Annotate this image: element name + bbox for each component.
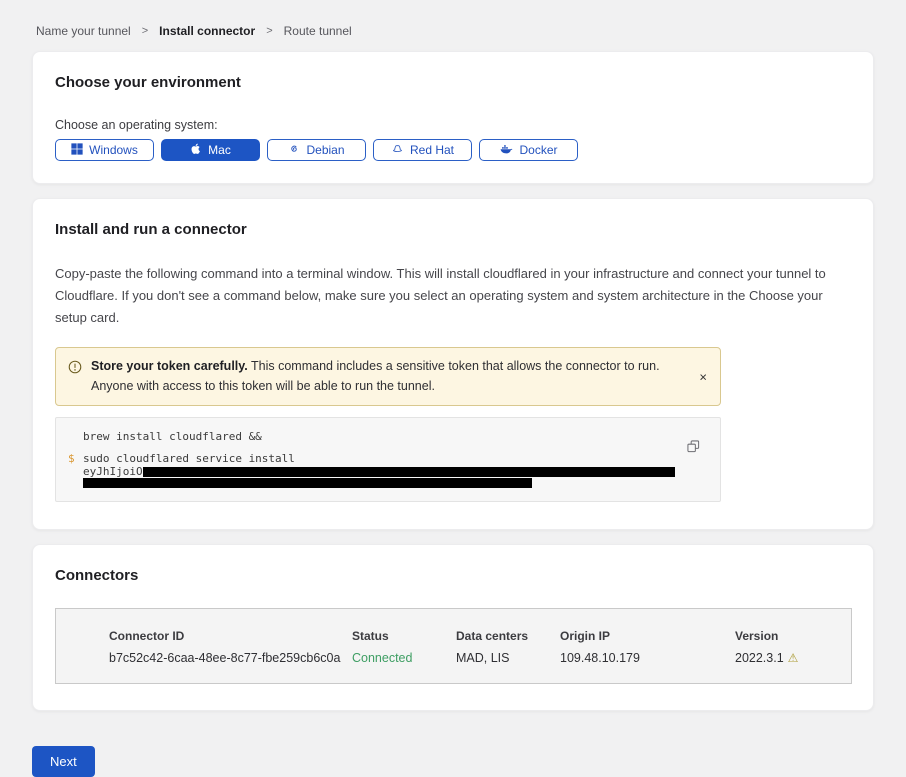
terminal-command-block: brew install cloudflared && $sudo cloudf… [55, 417, 721, 502]
col-header-connector-id: Connector ID [109, 629, 352, 643]
os-button-label: Docker [519, 143, 557, 157]
version-warning-icon[interactable]: ⚠ [788, 651, 799, 665]
os-button-label: Debian [306, 143, 344, 157]
breadcrumb-separator: > [142, 25, 148, 37]
col-header-data-centers: Data centers [456, 629, 560, 643]
install-connector-card: Install and run a connector Copy-paste t… [32, 198, 874, 530]
debian-icon [288, 143, 300, 158]
breadcrumb-route-tunnel[interactable]: Route tunnel [284, 24, 352, 38]
breadcrumb-separator: > [266, 25, 272, 37]
os-button-debian[interactable]: Debian [267, 139, 366, 161]
card-title: Choose your environment [55, 74, 851, 91]
version-number: 2022.3.1 [735, 651, 784, 665]
docker-icon [499, 143, 513, 158]
command-line-2: $sudo cloudflared service install [56, 452, 680, 466]
os-button-label: Mac [208, 143, 231, 157]
warning-text-bold: Store your token carefully. [91, 359, 248, 373]
redhat-icon [391, 143, 404, 158]
command-line-1: brew install cloudflared && [56, 430, 680, 444]
token-line-2 [56, 477, 680, 488]
warning-text: Store your token carefully. This command… [91, 357, 669, 396]
os-button-group: Windows Mac Debian [55, 139, 851, 161]
os-select-label: Choose an operating system: [55, 118, 851, 132]
page: Name your tunnel > Install connector > R… [0, 0, 906, 777]
apple-icon [190, 142, 202, 158]
command-text: sudo cloudflared service install [83, 452, 295, 465]
next-button[interactable]: Next [32, 746, 95, 777]
breadcrumb-name-your-tunnel[interactable]: Name your tunnel [36, 24, 131, 38]
connector-id-value: b7c52c42-6caa-48ee-8c77-fbe259cb6c0a [109, 651, 352, 665]
copy-icon[interactable] [687, 440, 700, 456]
breadcrumb-install-connector[interactable]: Install connector [159, 24, 255, 38]
terminal-prompt: $ [56, 452, 83, 466]
card-title: Install and run a connector [55, 221, 851, 238]
os-button-label: Windows [89, 143, 138, 157]
os-button-mac[interactable]: Mac [161, 139, 260, 161]
os-button-redhat[interactable]: Red Hat [373, 139, 472, 161]
close-icon[interactable]: × [699, 369, 707, 384]
col-header-status: Status [352, 629, 456, 643]
choose-environment-card: Choose your environment Choose an operat… [32, 51, 874, 184]
status-badge: Connected [352, 651, 456, 665]
windows-icon [71, 143, 83, 158]
alert-circle-icon [68, 360, 82, 379]
install-description: Copy-paste the following command into a … [55, 263, 851, 329]
redaction-bar [83, 478, 532, 488]
connectors-table: Connector ID Status Data centers Origin … [55, 608, 852, 684]
os-button-windows[interactable]: Windows [55, 139, 154, 161]
data-centers-value: MAD, LIS [456, 651, 560, 665]
col-header-origin-ip: Origin IP [560, 629, 735, 643]
connectors-card: Connectors Connector ID Status Data cent… [32, 544, 874, 711]
os-button-docker[interactable]: Docker [479, 139, 578, 161]
version-value: 2022.3.1 ⚠ [735, 651, 841, 665]
redaction-bar [143, 467, 675, 477]
token-line: eyJhIjoiO [56, 466, 680, 477]
origin-ip-value: 109.48.10.179 [560, 651, 735, 665]
command-text: brew install cloudflared && [83, 430, 262, 443]
token-warning-banner: Store your token carefully. This command… [55, 347, 721, 406]
breadcrumb: Name your tunnel > Install connector > R… [32, 0, 874, 51]
card-title: Connectors [55, 567, 851, 584]
col-header-version: Version [735, 629, 841, 643]
os-button-label: Red Hat [410, 143, 454, 157]
